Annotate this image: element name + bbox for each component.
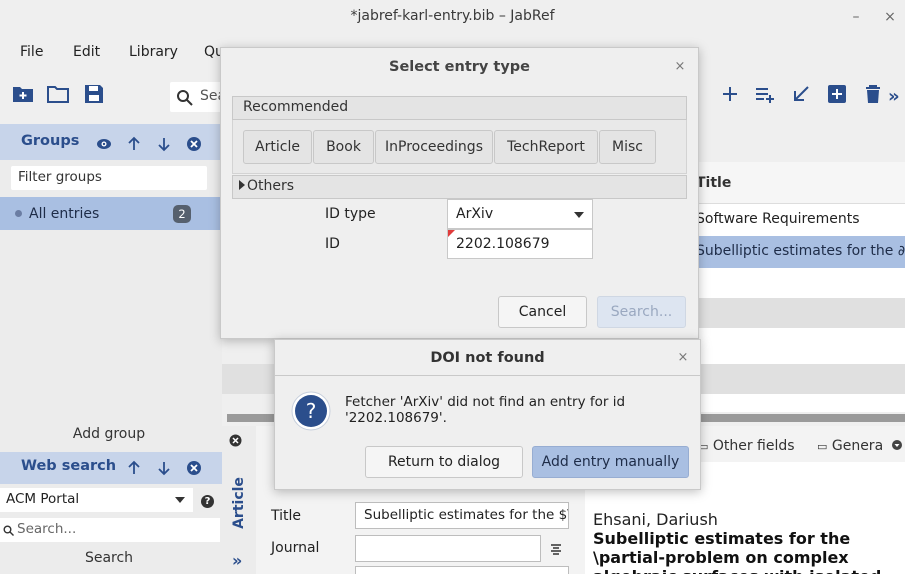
new-library-icon[interactable] — [11, 82, 35, 106]
fetcher-select[interactable]: ACM Portal — [0, 488, 193, 512]
group-dot-icon — [15, 210, 22, 217]
editor-tabs: ▭ Other fields ▭ Genera — [690, 430, 905, 462]
expand-side-icon[interactable]: » — [232, 551, 242, 570]
close-icon[interactable]: × — [675, 350, 691, 366]
journal-field[interactable] — [355, 535, 541, 562]
column-header-label: Title — [696, 175, 732, 191]
minimize-button[interactable]: – — [846, 7, 866, 27]
window-title: *jabref-karl-entry.bib – JabRef — [350, 8, 555, 24]
close-icon[interactable]: × — [672, 59, 688, 75]
table-row[interactable]: Software Requirements — [690, 204, 905, 236]
group-item-all-entries[interactable]: All entries 2 — [0, 197, 222, 230]
type-button-techreport[interactable]: TechReport — [494, 130, 598, 164]
return-to-dialog-button[interactable]: Return to dialog — [365, 446, 523, 478]
web-search-title: Web search — [21, 458, 117, 474]
search-icon — [3, 525, 14, 536]
help-icon[interactable]: ? — [201, 495, 214, 508]
web-search-button[interactable]: Search — [0, 550, 218, 566]
table-row[interactable] — [690, 298, 905, 328]
tag-icon: ▭ — [817, 440, 828, 453]
type-button-misc[interactable]: Misc — [599, 130, 656, 164]
menu-library[interactable]: Library — [129, 44, 178, 60]
tab-general[interactable]: ▭ Genera — [817, 438, 883, 454]
cancel-button[interactable]: Cancel — [498, 296, 587, 328]
dialog-message: Fetcher 'ArXiv' did not find an entry fo… — [345, 394, 626, 426]
table-cell-title: Subelliptic estimates for the ∂-p — [696, 243, 905, 259]
svg-text:?: ? — [306, 399, 317, 423]
type-button-book[interactable]: Book — [313, 130, 374, 164]
arrow-down-icon[interactable] — [156, 136, 172, 152]
edit-arrow-icon[interactable] — [789, 82, 813, 106]
arrow-up-icon[interactable] — [126, 460, 142, 476]
column-header-title[interactable]: Title — [690, 162, 905, 204]
add-entry-manually-button[interactable]: Add entry manually — [532, 446, 689, 478]
close-editor-icon[interactable] — [229, 434, 242, 447]
menu-file[interactable]: File — [20, 44, 43, 60]
journal-field-label: Journal — [271, 540, 320, 556]
entry-type-vertical-label: Article — [231, 477, 247, 529]
tab-other-fields[interactable]: ▭ Other fields — [698, 438, 795, 454]
field-input[interactable] — [355, 566, 569, 574]
search-button[interactable]: Search... — [597, 296, 686, 328]
chevron-down-icon — [574, 212, 584, 218]
web-search-placeholder: Search... — [17, 521, 77, 537]
close-circle-icon[interactable] — [186, 460, 202, 476]
table-cell-title: Software Requirements — [696, 211, 860, 227]
id-type-label: ID type — [325, 206, 376, 222]
window-titlebar: *jabref-karl-entry.bib – JabRef – × — [0, 0, 905, 34]
groups-title: Groups — [21, 133, 80, 149]
recommended-section-header[interactable]: Recommended — [232, 96, 687, 120]
table-row-selected[interactable]: Subelliptic estimates for the ∂-p — [690, 236, 905, 268]
others-section-header[interactable]: Others — [232, 175, 687, 199]
tabs-dropdown-icon[interactable] — [892, 440, 902, 450]
id-type-value: ArXiv — [456, 206, 494, 222]
delete-icon[interactable] — [861, 82, 885, 106]
open-library-icon[interactable] — [46, 82, 70, 106]
select-entry-type-dialog: Select entry type × Recommended Article … — [220, 47, 699, 339]
align-icon[interactable] — [550, 543, 562, 555]
search-icon — [177, 90, 193, 106]
divider — [275, 375, 700, 376]
new-entry-icon[interactable] — [825, 82, 849, 106]
question-icon: ? — [291, 391, 331, 431]
fetcher-select-value: ACM Portal — [6, 491, 80, 507]
web-search-input[interactable]: Search... — [0, 518, 220, 542]
title-field-label: Title — [271, 508, 302, 524]
arrow-up-icon[interactable] — [126, 136, 142, 152]
groups-header: Groups — [0, 124, 222, 160]
dialog-title: DOI not found — [430, 350, 545, 366]
tab-general-label: Genera — [831, 438, 884, 454]
add-group-button[interactable]: Add group — [0, 426, 218, 442]
eye-icon[interactable] — [96, 136, 112, 152]
chevron-down-icon — [175, 497, 185, 503]
add-icon[interactable] — [718, 82, 742, 106]
tab-other-fields-label: Other fields — [712, 438, 795, 454]
toolbar-overflow-icon[interactable]: » — [888, 86, 900, 107]
web-search-header: Web search — [0, 452, 222, 484]
others-label: Others — [247, 178, 295, 194]
save-library-icon[interactable] — [82, 82, 106, 106]
title-field[interactable]: Subelliptic estimates for the $\ — [355, 502, 569, 529]
preview-title: Subelliptic estimates for the \partial-p… — [593, 529, 881, 574]
caret-right-icon — [239, 180, 245, 190]
id-input[interactable]: 2202.108679 — [447, 229, 593, 259]
preview-author: Ehsani, Dariush — [593, 510, 718, 529]
filter-groups-input[interactable]: Filter groups — [11, 166, 207, 190]
menu-edit[interactable]: Edit — [73, 44, 100, 60]
group-item-label: All entries — [29, 206, 100, 222]
add-entry-list-icon[interactable] — [753, 82, 777, 106]
doi-not-found-dialog: DOI not found × ? Fetcher 'ArXiv' did no… — [274, 339, 701, 490]
type-button-inproceedings[interactable]: InProceedings — [375, 130, 493, 164]
close-window-button[interactable]: × — [880, 7, 900, 27]
id-input-value: 2202.108679 — [456, 236, 550, 252]
error-marker-icon — [448, 230, 455, 237]
group-count-badge: 2 — [173, 205, 191, 223]
arrow-down-icon[interactable] — [156, 460, 172, 476]
type-button-article[interactable]: Article — [243, 130, 312, 164]
dialog-title: Select entry type — [389, 59, 530, 75]
id-label: ID — [325, 236, 340, 252]
close-circle-icon[interactable] — [186, 136, 202, 152]
entry-type-vertical-tab[interactable]: Article — [226, 466, 252, 540]
id-type-select[interactable]: ArXiv — [447, 199, 593, 229]
